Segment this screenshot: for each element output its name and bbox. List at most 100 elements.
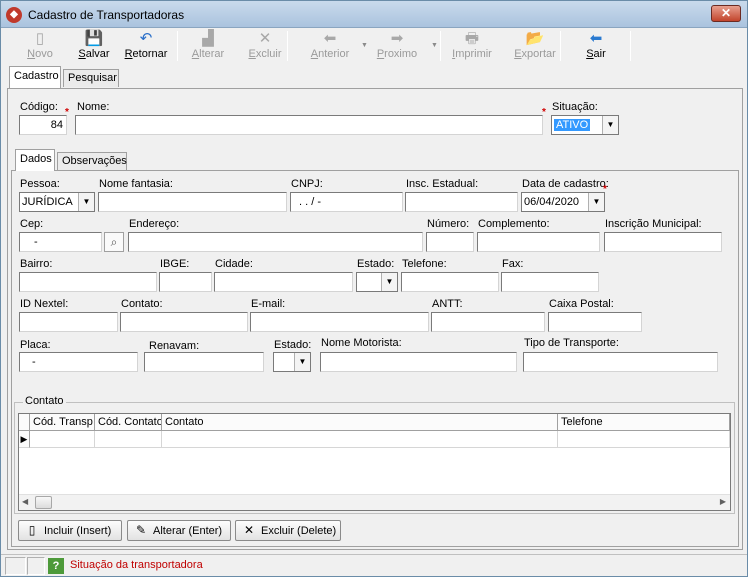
nome-label: Nome: (77, 101, 110, 113)
table-cell[interactable] (558, 431, 730, 448)
close-button[interactable]: ✕ (711, 5, 741, 22)
placa-estado-select[interactable]: ▼ (273, 352, 311, 372)
data-cadastro-label: Data de cadastro: (522, 178, 609, 190)
chevron-down-icon[interactable]: ▼ (381, 273, 397, 291)
endereco-field[interactable] (128, 232, 423, 252)
toolbar-imprimir-button[interactable]: 🖶 Imprimir (447, 29, 497, 63)
toolbar-salvar-button[interactable]: 💾 Salvar (71, 29, 117, 63)
incluir-button[interactable]: ▯ Incluir (Insert) (18, 520, 122, 541)
column-cod-transp[interactable]: Cód. Transp (30, 414, 95, 431)
estado-select[interactable]: ▼ (356, 272, 398, 292)
telefone-field[interactable] (401, 272, 499, 292)
antt-field[interactable] (431, 312, 545, 332)
alterar-button[interactable]: ✎ Alterar (Enter) (127, 520, 231, 541)
toolbar-novo-label: Novo (27, 48, 53, 60)
toolbar-novo-button[interactable]: ▯ Novo (21, 29, 59, 63)
scroll-left-icon[interactable]: ◀ (22, 497, 28, 506)
tab-pesquisar[interactable]: Pesquisar (63, 69, 119, 87)
contato-grid[interactable]: Cód. Transp Cód. Contato Contato Telefon… (18, 413, 731, 511)
contato-field[interactable] (120, 312, 248, 332)
caixa-postal-field[interactable] (548, 312, 642, 332)
insc-estadual-field[interactable] (405, 192, 518, 212)
main-window: ◆ Cadastro de Transportadoras ✕ ▯ Novo 💾 Sa… (0, 0, 748, 577)
excluir-button[interactable]: ✕ Excluir (Delete) (235, 520, 341, 541)
table-cell[interactable] (162, 431, 558, 448)
id-nextel-label: ID Nextel: (20, 298, 69, 310)
bairro-field[interactable] (19, 272, 157, 292)
toolbar-excluir-label: Excluir (248, 48, 282, 60)
cep-field[interactable]: - (19, 232, 102, 252)
tab-dados[interactable]: Dados (15, 149, 55, 171)
toolbar: ▯ Novo 💾 Salvar ↶ Retornar ▟ Alterar ✕ Excluir ⬅ An… (5, 28, 745, 65)
status-cell (27, 557, 45, 575)
toolbar-retornar-button[interactable]: ↶ Retornar (121, 29, 171, 63)
chevron-down-icon[interactable]: ▼ (588, 193, 604, 211)
toolbar-sair-label: Sair (586, 48, 606, 60)
ibge-label: IBGE: (160, 258, 190, 270)
column-cod-contato[interactable]: Cód. Contato (95, 414, 162, 431)
nome-motorista-label: Nome Motorista: (321, 337, 402, 349)
required-marker: * (542, 107, 546, 118)
id-nextel-field[interactable] (19, 312, 118, 332)
toolbar-sair-button[interactable]: ⬅ Sair (573, 29, 619, 63)
toolbar-anterior-button[interactable]: ⬅ Anterior (300, 29, 360, 63)
ibge-field[interactable] (159, 272, 212, 292)
insc-municipal-label: Inscrição Municipal: (605, 218, 702, 230)
tipo-transporte-field[interactable] (523, 352, 718, 372)
status-cell (5, 557, 26, 575)
email-field[interactable] (250, 312, 429, 332)
dropdown-arrow-icon[interactable]: ▼ (361, 42, 368, 49)
estado2-label: Estado: (274, 339, 312, 351)
toolbar-anterior-label: Anterior (310, 48, 350, 60)
scroll-thumb[interactable] (35, 496, 52, 509)
toolbar-alterar-label: Alterar (191, 48, 225, 60)
column-contato[interactable]: Contato (162, 414, 558, 431)
toolbar-separator (630, 31, 631, 61)
renavam-field[interactable] (144, 352, 264, 372)
horizontal-scrollbar[interactable]: ◀ ▶ (19, 494, 730, 510)
toolbar-proximo-button[interactable]: ➡ Proximo (367, 29, 427, 63)
codigo-label: Código: (20, 101, 58, 113)
cnpj-field[interactable]: . . / - (290, 192, 403, 212)
pessoa-select[interactable]: JURÍDICA ▼ (19, 192, 95, 212)
table-cell[interactable] (30, 431, 95, 448)
antt-label: ANTT: (432, 298, 463, 310)
fax-field[interactable] (501, 272, 599, 292)
complemento-field[interactable] (477, 232, 600, 252)
toolbar-alterar-button[interactable]: ▟ Alterar (185, 29, 231, 63)
fantasia-field[interactable] (98, 192, 287, 212)
scroll-right-icon[interactable]: ▶ (720, 497, 726, 506)
sub-tabs: Dados Observações (11, 149, 741, 171)
insc-municipal-field[interactable] (604, 232, 722, 252)
tab-cadastro[interactable]: Cadastro (9, 66, 61, 88)
delete-x-icon: ✕ (243, 523, 255, 537)
chevron-down-icon[interactable]: ▼ (294, 353, 310, 371)
endereco-label: Endereço: (129, 218, 180, 230)
situacao-label: Situação: (552, 101, 598, 113)
placa-field[interactable]: - (19, 352, 138, 372)
chevron-down-icon[interactable]: ▼ (78, 193, 94, 211)
renavam-label: Renavam: (149, 340, 200, 352)
table-cell[interactable] (95, 431, 162, 448)
incluir-label: Incluir (Insert) (44, 525, 112, 537)
required-marker: * (65, 107, 69, 118)
fax-label: Fax: (502, 258, 524, 270)
nome-motorista-field[interactable] (320, 352, 517, 372)
data-cadastro-picker[interactable]: 06/04/2020 ▼ (521, 192, 605, 212)
toolbar-retornar-label: Retornar (124, 48, 168, 60)
codigo-field[interactable]: 84 (19, 115, 67, 135)
chevron-down-icon[interactable]: ▼ (602, 116, 618, 134)
toolbar-excluir-button[interactable]: ✕ Excluir (243, 29, 287, 63)
numero-field[interactable] (426, 232, 474, 252)
dropdown-arrow-icon[interactable]: ▼ (431, 42, 438, 49)
cidade-field[interactable] (214, 272, 353, 292)
situacao-select[interactable]: ATIVO ▼ (551, 115, 619, 135)
tab-observacoes[interactable]: Observações (57, 152, 127, 170)
column-telefone[interactable]: Telefone (558, 414, 730, 431)
toolbar-exportar-label: Exportar (514, 48, 556, 60)
nome-field[interactable] (75, 115, 543, 135)
status-bar: ? Situação da transportadora (1, 554, 747, 576)
search-icon[interactable]: ⌕ (104, 232, 124, 252)
fantasia-label: Nome fantasia: (99, 178, 173, 190)
toolbar-exportar-button[interactable]: 📂 Exportar (507, 29, 563, 63)
